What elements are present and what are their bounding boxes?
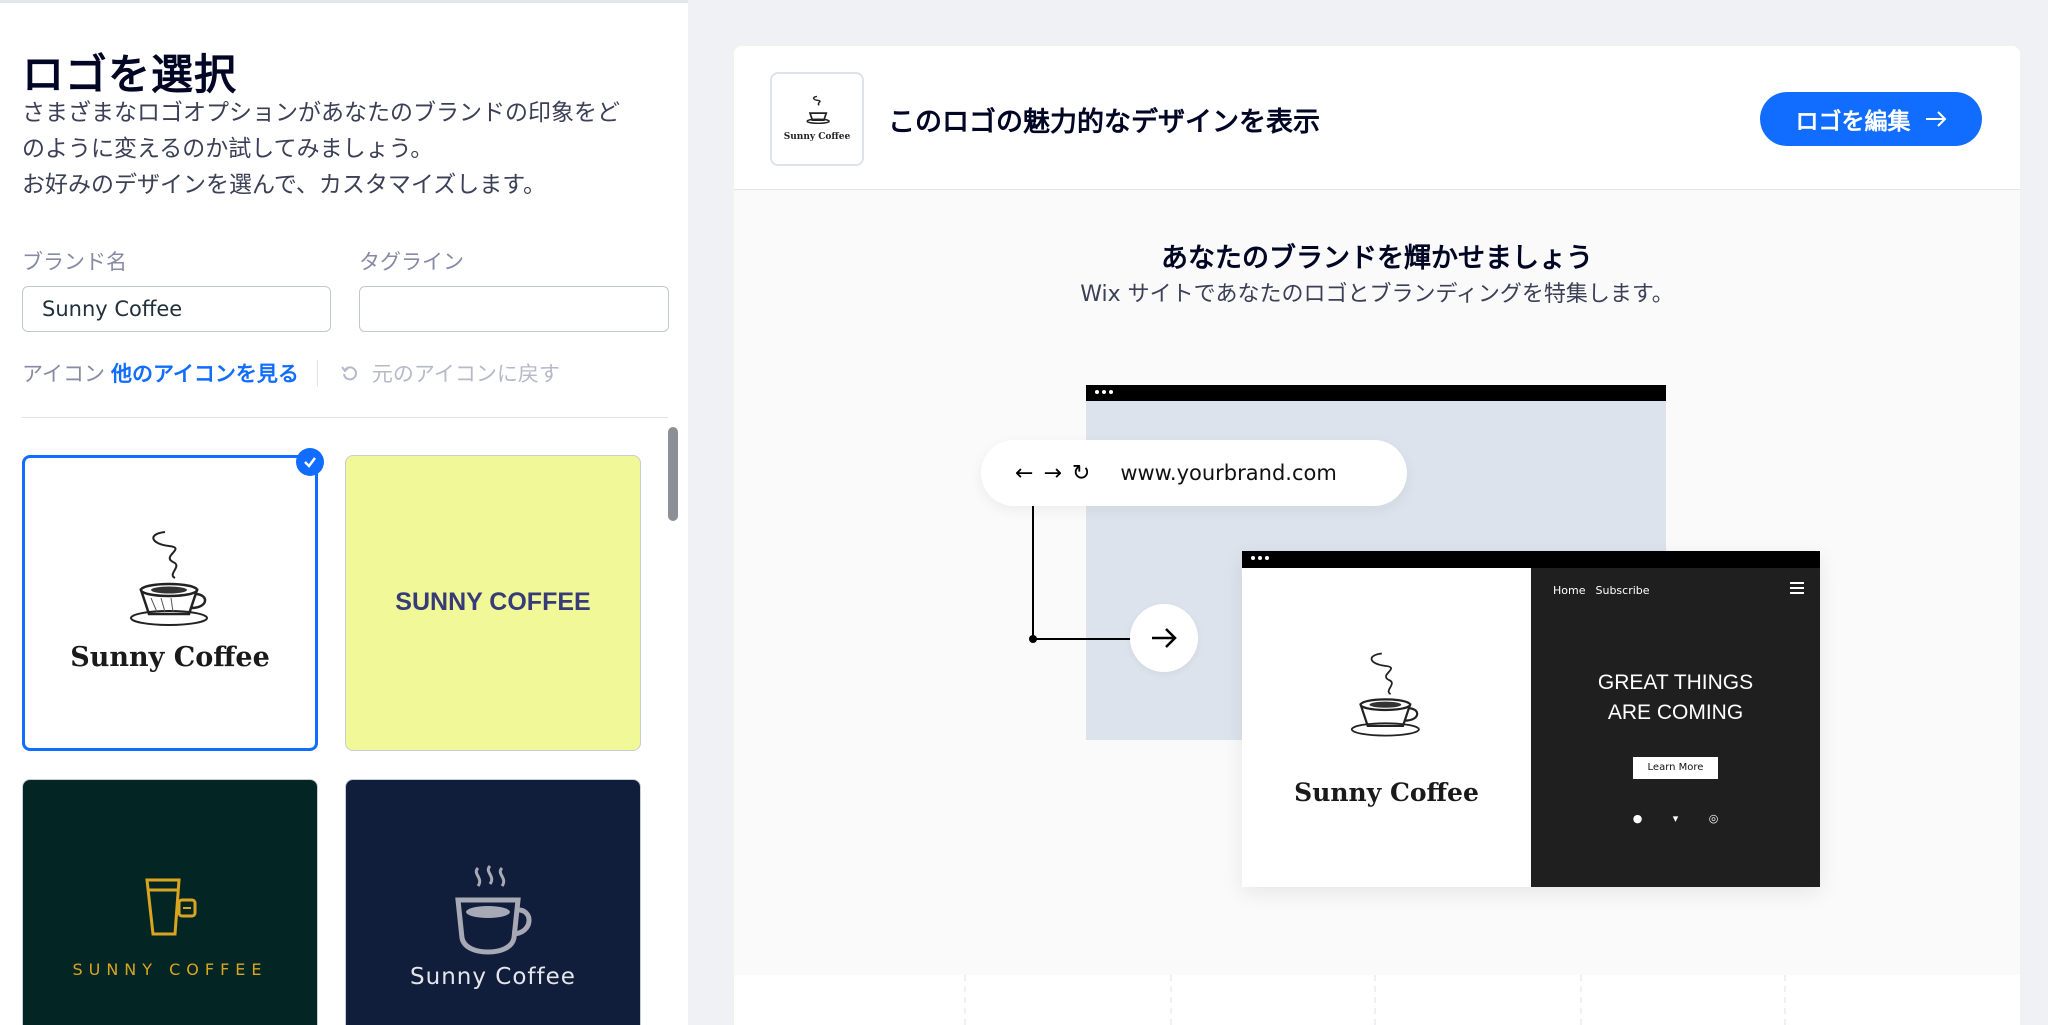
logo-text: Sunny Coffee	[410, 964, 576, 990]
facebook-icon: ●	[1632, 812, 1643, 825]
browser-dots-icon	[1095, 390, 1113, 394]
coffee-cup-icon	[130, 531, 208, 626]
hero-line: GREAT THINGS	[1597, 671, 1754, 694]
arrow-circle	[1130, 604, 1198, 672]
logo-text: Sunny Coffee	[70, 642, 270, 673]
preview-subline: Wix サイトであなたのロゴとブランディングを特集します。	[1080, 282, 1674, 307]
browser-dots-icon	[1251, 556, 1269, 560]
twitter-icon: ▾	[1672, 812, 1679, 825]
browser-nav: ← → ↻	[1015, 461, 1090, 486]
logo-card[interactable]: Sunny Coffee	[22, 455, 318, 751]
description-line: のように変えるのか試してみましょう。	[22, 136, 434, 162]
coffee-cup-icon	[806, 95, 830, 125]
connector-line	[1032, 638, 1132, 640]
browser-bar	[1242, 551, 1820, 568]
logo-text: SUNNY COFFEE	[395, 588, 591, 616]
instagram-icon: ◎	[1708, 812, 1719, 825]
site-logo-text: Sunny Coffee	[1294, 778, 1479, 807]
connector-line	[1032, 506, 1034, 640]
coffee-cup-icon	[1350, 652, 1420, 737]
hero-line: ARE COMING	[1607, 701, 1744, 724]
forward-arrow-icon: →	[1043, 460, 1062, 486]
hamburger-menu-icon	[1790, 582, 1804, 597]
section-divider	[22, 417, 668, 418]
logo-card[interactable]: SUNNY COFFEE	[22, 779, 318, 1025]
connector-dot	[1029, 635, 1037, 643]
url-text: www.yourbrand.com	[1120, 461, 1337, 485]
page-description: さまざまなロゴオプションがあなたのブランドの印象をど のように変えるのか試してみ…	[22, 95, 672, 203]
site-nav-home: Home	[1553, 584, 1586, 597]
edit-logo-button[interactable]: ロゴを編集	[1760, 92, 1982, 146]
steaming-cup-icon	[455, 864, 532, 955]
column-divider	[1784, 975, 1786, 1025]
mug-icon	[145, 878, 197, 936]
brand-name-label: ブランド名	[22, 250, 127, 274]
revert-icon-button[interactable]: 元のアイコンに戻す	[340, 358, 560, 388]
arrow-right-icon	[1152, 628, 1177, 648]
logo-thumbnail: Sunny Coffee	[770, 72, 864, 166]
preview-header: Sunny Coffee このロゴの魅力的なデザインを表示 ロゴを編集	[734, 46, 2020, 190]
brand-name-input[interactable]	[22, 286, 331, 332]
description-line: お好みのデザインを選んで、カスタマイズします。	[22, 172, 546, 198]
thumbnail-text: Sunny Coffee	[783, 132, 851, 142]
selected-check-icon	[296, 448, 324, 476]
preview-panel: Sunny Coffee このロゴの魅力的なデザインを表示 ロゴを編集 あなたの…	[734, 46, 2020, 1025]
browser-bar	[1086, 385, 1666, 401]
site-nav: Home Subscribe	[1553, 584, 1650, 597]
icon-options-row: アイコン 他のアイコンを見る 元のアイコンに戻す	[22, 358, 560, 388]
site-socials: ● ▾ ◎	[1531, 812, 1820, 825]
column-divider	[1580, 975, 1582, 1025]
page-title: ロゴを選択	[22, 50, 238, 99]
tagline-input[interactable]	[359, 286, 669, 332]
logo-card[interactable]: SUNNY COFFEE	[345, 455, 641, 751]
description-line: さまざまなロゴオプションがあなたのブランドの印象をど	[22, 100, 620, 126]
back-arrow-icon: ←	[1015, 460, 1034, 486]
site-cta-button: Learn More	[1633, 757, 1718, 779]
site-hero: Home Subscribe GREAT THINGS ARE COMING L…	[1531, 568, 1820, 887]
divider	[316, 360, 318, 386]
column-divider	[1170, 975, 1172, 1025]
bottom-section	[734, 975, 2020, 1025]
preview-title: このロゴの魅力的なデザインを表示	[888, 107, 1320, 138]
column-divider	[1374, 975, 1376, 1025]
logo-card[interactable]: Sunny Coffee	[345, 779, 641, 1025]
edit-logo-label: ロゴを編集	[1795, 109, 1911, 135]
revert-icon-label: 元のアイコンに戻す	[371, 362, 560, 386]
logo-picker-panel: ロゴを選択 さまざまなロゴオプションがあなたのブランドの印象をど のように変える…	[0, 0, 688, 1025]
site-hero-text: GREAT THINGS ARE COMING	[1531, 668, 1820, 728]
website-mockup: Sunny Coffee Home Subscribe GREAT THINGS…	[1242, 551, 1820, 887]
site-nav-subscribe: Subscribe	[1595, 584, 1650, 597]
reload-icon: ↻	[1071, 460, 1091, 486]
more-icons-link[interactable]: 他のアイコンを見る	[111, 358, 299, 388]
icon-label: アイコン	[22, 362, 105, 386]
tagline-label: タグライン	[359, 250, 464, 274]
undo-icon	[341, 366, 357, 381]
preview-headline: あなたのブランドを輝かせましょう	[1161, 243, 1593, 274]
logo-text: SUNNY COFFEE	[72, 960, 268, 979]
scrollbar[interactable]	[668, 427, 678, 521]
site-logo-area: Sunny Coffee	[1242, 568, 1531, 887]
arrow-right-icon	[1925, 111, 1946, 127]
column-divider	[964, 975, 966, 1025]
url-bar: ← → ↻ www.yourbrand.com	[981, 440, 1407, 506]
